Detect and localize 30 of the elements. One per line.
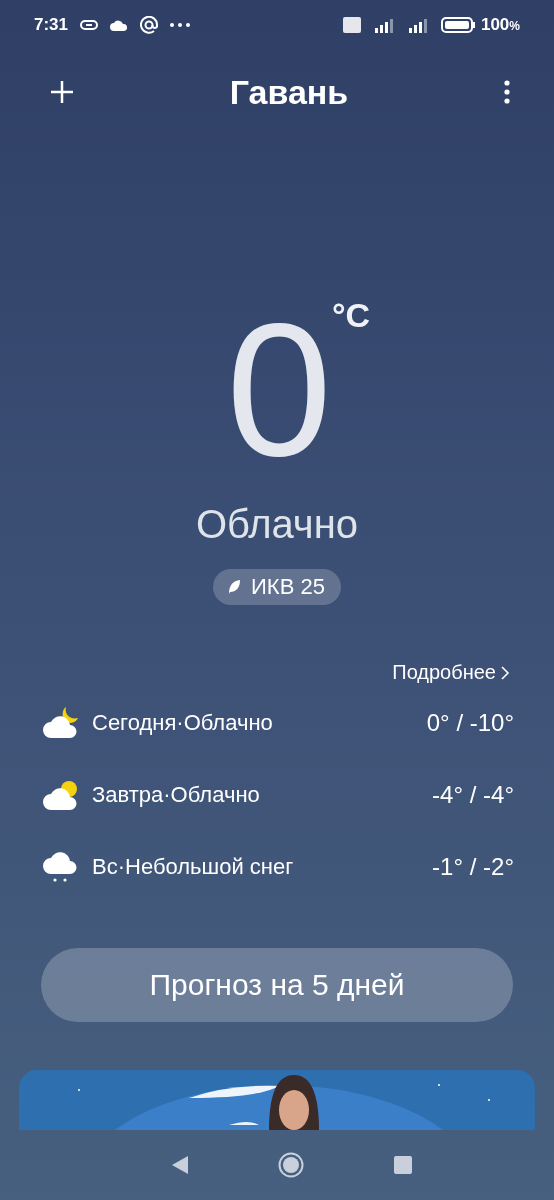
- chevron-right-icon: [500, 664, 510, 681]
- cloud-sun-icon: [42, 778, 80, 812]
- more-dots-icon: [170, 23, 191, 27]
- leaf-icon: [227, 579, 242, 595]
- temperature-range: -4° / -4°: [432, 781, 514, 809]
- volte-icon: [342, 17, 361, 33]
- air-quality-badge[interactable]: ИКВ 25: [213, 569, 341, 605]
- temperature-range: -1° / -2°: [432, 853, 514, 881]
- air-quality-text: ИКВ 25: [251, 574, 325, 600]
- link-icon: [80, 20, 99, 30]
- temperature: 0: [226, 304, 328, 474]
- back-nav-icon[interactable]: [172, 1156, 188, 1174]
- signal-icon: [372, 17, 395, 33]
- forecast-day: Сегодня·Облачно: [92, 710, 427, 736]
- cloud-icon: [110, 19, 129, 31]
- battery-level: 100%: [480, 15, 520, 35]
- forecast-day: Вс·Небольшой снег: [92, 854, 433, 880]
- city-title: Гавань: [229, 72, 349, 112]
- cloud-moon-icon: [42, 706, 80, 740]
- battery-icon: [440, 17, 475, 33]
- weather-condition: Облачно: [194, 502, 360, 547]
- home-nav-icon[interactable]: [278, 1152, 304, 1178]
- temperature-unit: °C: [332, 296, 371, 335]
- five-day-forecast-button[interactable]: Прогноз на 5 дней: [41, 948, 513, 1022]
- temperature-range: 0° / -10°: [426, 709, 514, 737]
- status-time: 7:31: [34, 15, 69, 35]
- details-link[interactable]: Подробнее: [392, 661, 510, 684]
- signal-icon: [406, 17, 429, 33]
- forecast-day: Завтра·Облачно: [92, 782, 433, 808]
- at-sign-icon: [140, 16, 159, 34]
